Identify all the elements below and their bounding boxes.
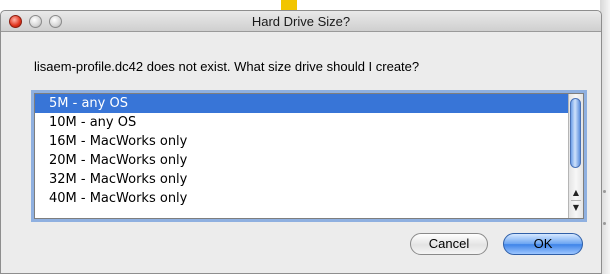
desktop-background bbox=[0, 0, 610, 10]
list-item-20m[interactable]: 20M - MacWorks only bbox=[35, 151, 583, 170]
drive-size-list[interactable]: 5M - any OS 10M - any OS 16M - MacWorks … bbox=[34, 93, 584, 219]
arrow-up-icon[interactable]: ▲ bbox=[571, 186, 581, 200]
list-item-40m[interactable]: 40M - MacWorks only bbox=[35, 189, 583, 208]
list-item-5m[interactable]: 5M - any OS bbox=[35, 94, 583, 113]
dialog-window: Hard Drive Size? lisaem-profile.dc42 doe… bbox=[0, 10, 602, 274]
list-item-10m[interactable]: 10M - any OS bbox=[35, 113, 583, 132]
arrow-down-icon[interactable]: ▼ bbox=[571, 200, 581, 215]
window-title: Hard Drive Size? bbox=[251, 14, 351, 29]
desktop-dot bbox=[603, 190, 606, 193]
dialog-message: lisaem-profile.dc42 does not exist. What… bbox=[34, 59, 420, 74]
title-bar[interactable]: Hard Drive Size? bbox=[1, 11, 601, 32]
list-scrollbar[interactable]: ▲ ▼ bbox=[568, 94, 583, 218]
desktop-dot bbox=[603, 222, 606, 225]
list-item-16m[interactable]: 16M - MacWorks only bbox=[35, 132, 583, 151]
ok-button[interactable]: OK bbox=[503, 233, 583, 255]
cancel-button[interactable]: Cancel bbox=[410, 233, 488, 255]
scrollbar-thumb[interactable] bbox=[570, 98, 581, 168]
list-item-32m[interactable]: 32M - MacWorks only bbox=[35, 170, 583, 189]
